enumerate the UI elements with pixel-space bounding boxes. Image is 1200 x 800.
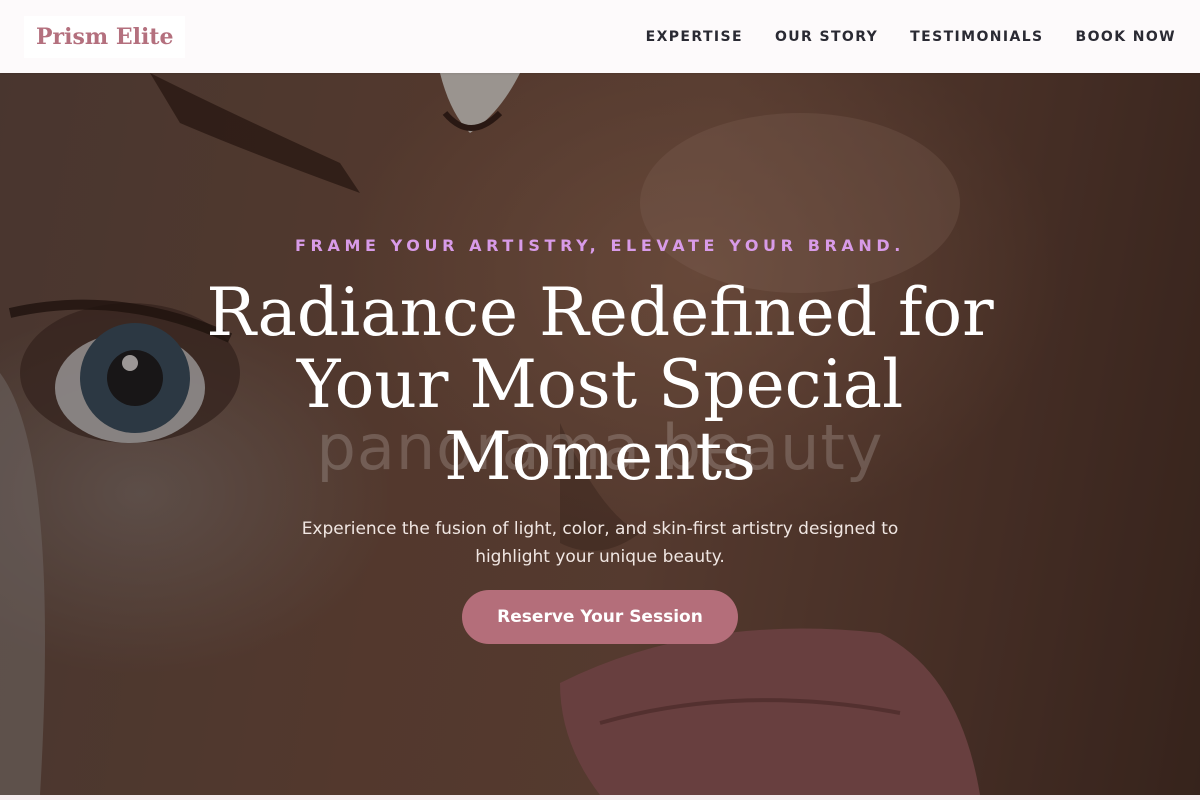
nav-expertise[interactable]: EXPERTISE [646,29,743,45]
logo-link[interactable]: Prism Elite [24,15,186,58]
hero-headline: Radiance Redefined for Your Most Special… [206,274,994,495]
hero-tagline: FRAME YOUR ARTISTRY, ELEVATE YOUR BRAND. [295,236,905,255]
next-section-edge [0,795,1200,800]
reserve-session-button[interactable]: Reserve Your Session [462,590,738,644]
hero-section: panorama beauty FRAME YOUR ARTISTRY, ELE… [0,73,1200,795]
site-header: Prism Elite EXPERTISE OUR STORY TESTIMON… [0,0,1200,73]
hero-subtext: Experience the fusion of light, color, a… [301,519,899,567]
main-nav: EXPERTISE OUR STORY TESTIMONIALS BOOK NO… [646,29,1176,45]
nav-book-now[interactable]: BOOK NOW [1076,29,1176,45]
nav-testimonials[interactable]: TESTIMONIALS [910,29,1043,45]
nav-our-story[interactable]: OUR STORY [775,29,878,45]
